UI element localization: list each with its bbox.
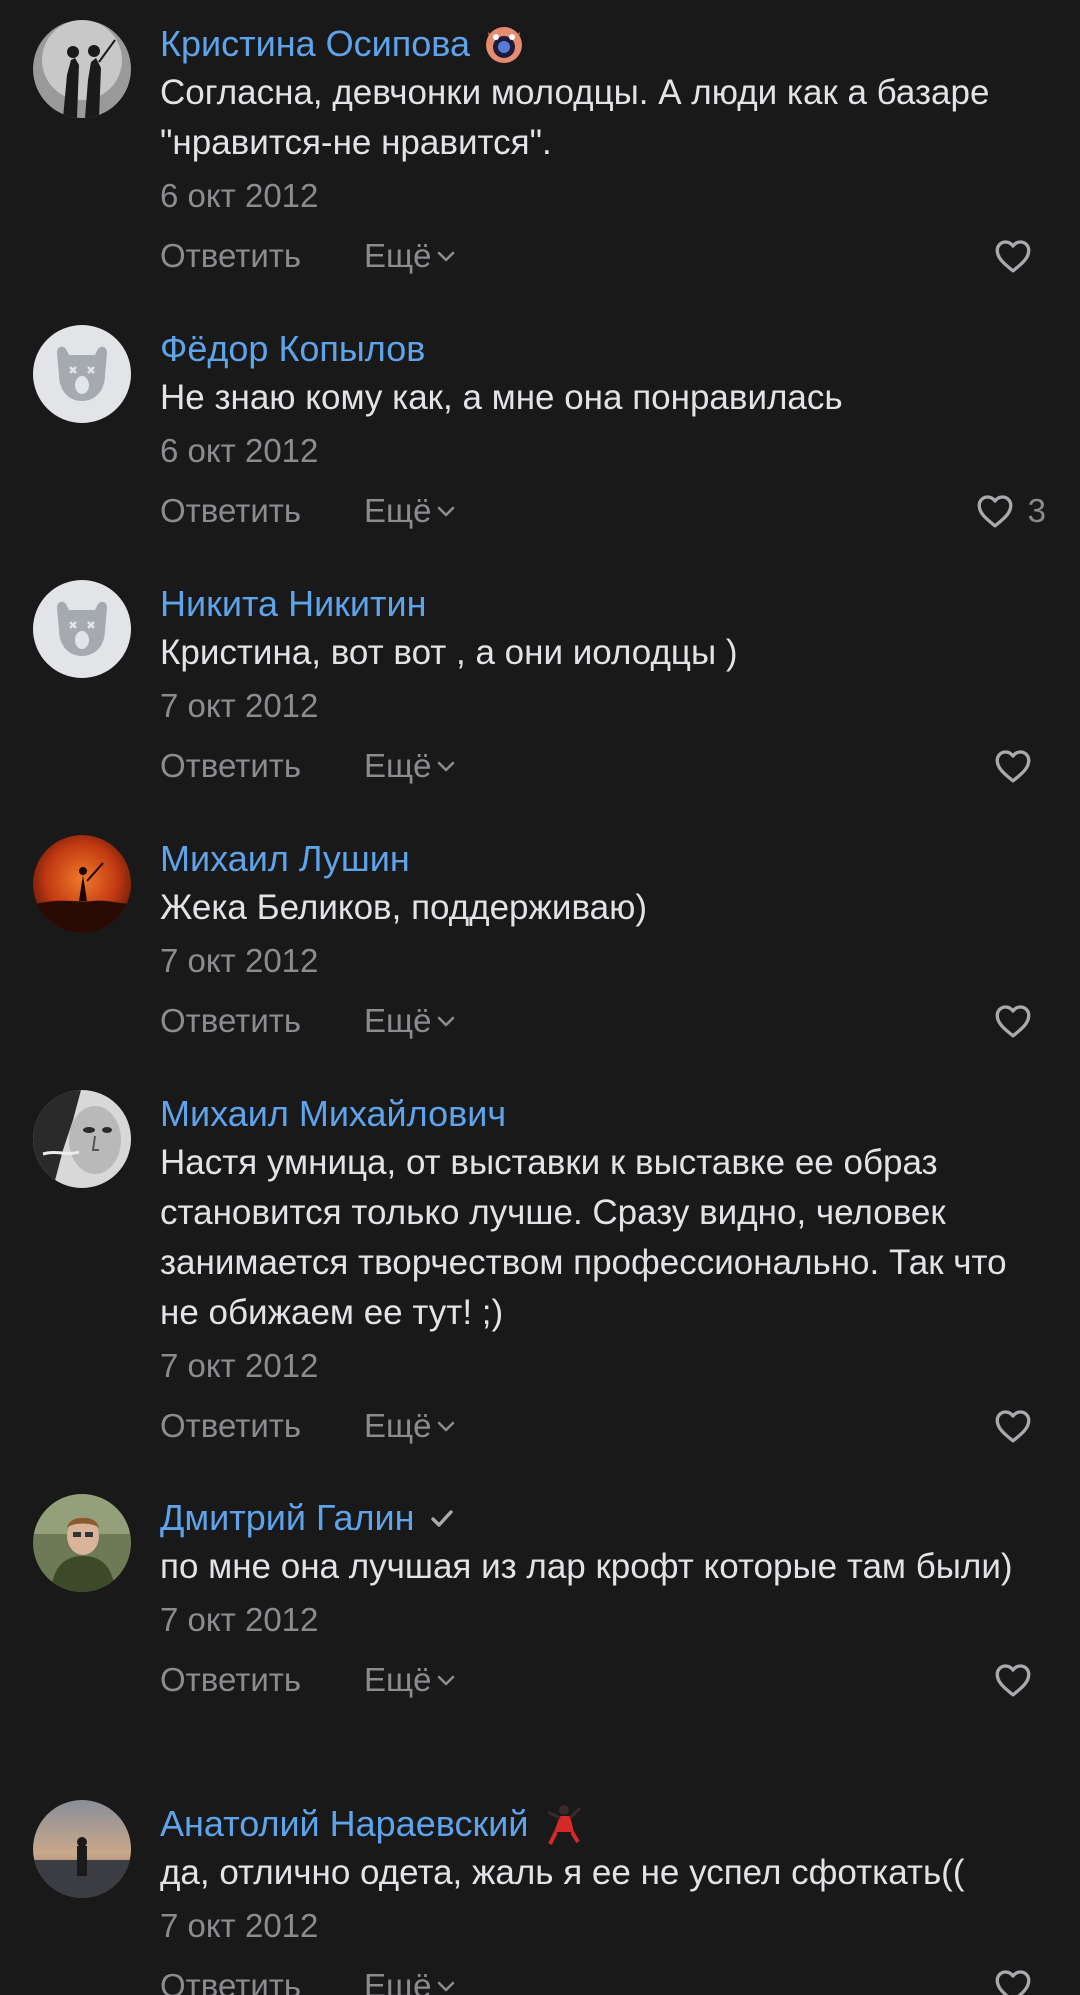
avatar[interactable] — [33, 20, 131, 118]
heart-icon — [995, 1970, 1031, 1995]
comment-text: да, отлично одета, жаль я ее не успел сф… — [160, 1853, 965, 1892]
chevron-down-icon — [437, 506, 454, 517]
avatar[interactable] — [33, 835, 131, 933]
author-name[interactable]: Дмитрий Галин — [160, 1494, 414, 1542]
comment-list: Кристина Осипова Согласна, девчонки моло… — [0, 0, 1080, 1995]
comment-date[interactable]: 6 окт 2012 — [160, 171, 1046, 221]
comment-date[interactable]: 7 окт 2012 — [160, 681, 1046, 731]
chevron-down-icon — [437, 1981, 454, 1992]
more-label: Ещё — [364, 1002, 432, 1039]
dancer-emoji-icon — [540, 1802, 584, 1846]
comment-date[interactable]: 7 окт 2012 — [160, 1901, 1046, 1951]
like-button[interactable]: 3 — [974, 486, 1046, 536]
reply-button[interactable]: Ответить — [160, 1401, 301, 1451]
like-button[interactable] — [992, 1655, 1046, 1705]
more-button[interactable]: Ещё — [364, 1655, 458, 1705]
comment-date[interactable]: 7 окт 2012 — [160, 1341, 1046, 1391]
author-name[interactable]: Михаил Лушин — [160, 835, 410, 883]
like-button[interactable] — [992, 1401, 1046, 1451]
comment-date[interactable]: 6 окт 2012 — [160, 426, 1046, 476]
avatar[interactable] — [33, 325, 131, 423]
author-name[interactable]: Анатолий Нараевский — [160, 1800, 528, 1848]
more-label: Ещё — [364, 1967, 432, 1995]
reply-button[interactable]: Ответить — [160, 231, 301, 281]
owl-emoji-icon — [482, 22, 526, 66]
more-label: Ещё — [364, 1407, 432, 1444]
chevron-down-icon — [437, 1675, 454, 1686]
more-button[interactable]: Ещё — [364, 741, 458, 791]
comment-text: по мне она лучшая из лар крофт которые т… — [160, 1547, 1013, 1586]
comment-text: Согласна, девчонки молодцы. А люди как а… — [160, 73, 990, 162]
chevron-down-icon — [437, 1016, 454, 1027]
like-button[interactable] — [992, 1961, 1046, 1995]
more-button[interactable]: Ещё — [364, 231, 458, 281]
more-label: Ещё — [364, 1661, 432, 1698]
more-button[interactable]: Ещё — [364, 1401, 458, 1451]
reply-button[interactable]: Ответить — [160, 1655, 301, 1705]
reply-button[interactable]: Ответить — [160, 996, 301, 1046]
verified-check-icon — [426, 1502, 458, 1534]
like-button[interactable] — [992, 231, 1046, 281]
heart-icon — [995, 750, 1031, 783]
chevron-down-icon — [437, 1421, 454, 1432]
heart-icon — [977, 495, 1013, 528]
more-button[interactable]: Ещё — [364, 996, 458, 1046]
comment-text: Не знаю кому как, а мне она понравилась — [160, 378, 843, 417]
heart-icon — [995, 1664, 1031, 1697]
like-count: 3 — [1027, 492, 1046, 529]
more-button[interactable]: Ещё — [364, 486, 458, 536]
more-label: Ещё — [364, 492, 432, 529]
author-name[interactable]: Никита Никитин — [160, 580, 427, 628]
comment-text: Жека Беликов, поддерживаю) — [160, 888, 648, 927]
author-name[interactable]: Михаил Михайлович — [160, 1090, 506, 1138]
heart-icon — [995, 240, 1031, 273]
reply-button[interactable]: Ответить — [160, 741, 301, 791]
author-name[interactable]: Кристина Осипова — [160, 20, 470, 68]
more-label: Ещё — [364, 237, 432, 274]
author-name[interactable]: Фёдор Копылов — [160, 325, 425, 373]
avatar[interactable] — [33, 1800, 131, 1898]
heart-icon — [995, 1410, 1031, 1443]
like-button[interactable] — [992, 741, 1046, 791]
comment-date[interactable]: 7 окт 2012 — [160, 1595, 1046, 1645]
more-button[interactable]: Ещё — [364, 1961, 458, 1995]
like-button[interactable] — [992, 996, 1046, 1046]
chevron-down-icon — [437, 761, 454, 772]
avatar[interactable] — [33, 1494, 131, 1592]
comment-date[interactable]: 7 окт 2012 — [160, 936, 1046, 986]
reply-button[interactable]: Ответить — [160, 1961, 301, 1995]
avatar[interactable] — [33, 580, 131, 678]
more-label: Ещё — [364, 747, 432, 784]
reply-button[interactable]: Ответить — [160, 486, 301, 536]
avatar[interactable] — [33, 1090, 131, 1188]
comment-text: Кристина, вот вот , а они иолодцы ) — [160, 633, 738, 672]
comment-text: Настя умница, от выставки к выставке ее … — [160, 1143, 1007, 1332]
heart-icon — [995, 1005, 1031, 1038]
chevron-down-icon — [437, 251, 454, 262]
